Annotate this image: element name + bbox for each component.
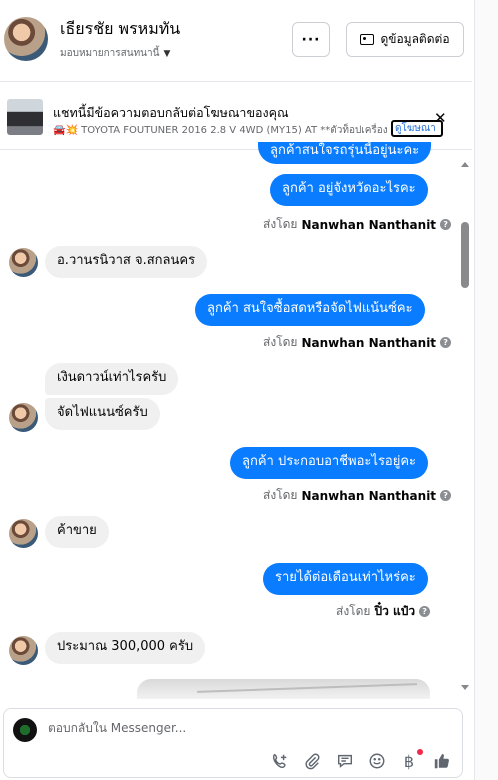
sent-by-prefix: ส่งโดย: [263, 335, 298, 349]
scrollbar-thumb[interactable]: [461, 222, 469, 288]
contact-avatar-small[interactable]: [9, 636, 38, 665]
saved-reply-icon[interactable]: [335, 751, 355, 771]
more-options-button[interactable]: ···: [292, 22, 330, 57]
outgoing-message[interactable]: ลูกค้า ประกอบอาชีพอะไรอยู่คะ: [230, 447, 429, 479]
ad-thumbnail[interactable]: [7, 99, 43, 135]
contact-avatar[interactable]: [4, 17, 48, 61]
outgoing-message[interactable]: รายได้ต่อเดือนเท่าไหร่คะ: [263, 563, 428, 595]
image-attachment-preview[interactable]: [137, 679, 430, 699]
outgoing-message[interactable]: ลูกค้า สนใจซื้อสดหรือจัดไฟแน้นซ์คะ: [195, 294, 425, 326]
sender-name: Nanwhan Nanthanit: [301, 217, 437, 232]
thumbs-up-icon[interactable]: [432, 751, 452, 771]
baht-icon[interactable]: ฿: [399, 751, 419, 771]
incoming-message[interactable]: ค้าขาย: [45, 516, 109, 548]
scroll-up-arrow-icon[interactable]: [461, 162, 469, 167]
sent-by-label: ส่งโดย ปิ๋ว แป๋ว ?: [336, 602, 431, 621]
view-contact-label: ดูข้อมูลติดต่อ: [380, 32, 450, 46]
ad-description: 🚘💥 TOYOTA FOUTUNER 2016 2.8 V 4WD (MY15)…: [53, 125, 388, 136]
outgoing-message[interactable]: ลูกค้าสนใจรถรุ่นนี้อยู่นะคะ: [258, 142, 432, 164]
outgoing-message[interactable]: ลูกค้า อยู่จังหวัดอะไรคะ: [270, 174, 428, 206]
contact-name[interactable]: เธียรชัย พรหมทัน: [60, 17, 180, 42]
sent-by-label: ส่งโดย Nanwhan Nanthanit ?: [263, 333, 452, 352]
sender-name: Nanwhan Nanthanit: [301, 488, 437, 503]
close-icon[interactable]: ✕: [434, 111, 447, 126]
scroll-down-arrow-icon[interactable]: [461, 685, 469, 690]
contact-avatar-small[interactable]: [9, 403, 38, 432]
incoming-message[interactable]: ประมาณ 300,000 ครับ: [45, 632, 206, 664]
incoming-message[interactable]: จัดไฟแนนซ์ครับ: [45, 398, 160, 430]
sent-by-prefix: ส่งโดย: [263, 217, 298, 231]
help-icon[interactable]: ?: [440, 490, 452, 501]
help-icon[interactable]: ?: [419, 606, 431, 617]
contact-card-icon: [360, 34, 375, 45]
sent-by-label: ส่งโดย Nanwhan Nanthanit ?: [263, 215, 452, 234]
panel-edge: [474, 0, 498, 780]
caret-down-icon: ▼: [163, 48, 171, 59]
chat-header: เธียรชัย พรหมทัน มอบหมายการสนทนานี้ ▼ ··…: [0, 0, 472, 82]
emoji-icon[interactable]: [367, 751, 387, 771]
incoming-message[interactable]: อ.วานรนิวาส จ.สกลนคร: [45, 246, 208, 278]
sent-by-label: ส่งโดย Nanwhan Nanthanit ?: [263, 486, 452, 505]
assign-conversation-dropdown[interactable]: มอบหมายการสนทนานี้ ▼: [60, 46, 170, 61]
message-composer: ฿: [3, 708, 463, 778]
view-contact-button[interactable]: ดูข้อมูลติดต่อ: [346, 22, 464, 57]
help-icon[interactable]: ?: [440, 219, 452, 230]
assign-conversation-label: มอบหมายการสนทนานี้: [60, 48, 160, 59]
page-avatar: [13, 718, 37, 742]
paperclip-icon[interactable]: [302, 751, 322, 771]
contact-avatar-small[interactable]: [9, 248, 38, 277]
sent-by-prefix: ส่งโดย: [336, 604, 371, 618]
ad-banner-title: แชทนี้มีข้อความตอบกลับต่อโฆษณาของคุณ: [53, 105, 289, 120]
notification-dot: [417, 749, 423, 755]
incoming-message[interactable]: เงินดาวน์เท่าไรครับ: [45, 363, 179, 395]
contact-avatar-small[interactable]: [9, 519, 38, 548]
messenger-chat-panel: เธียรชัย พรหมทัน มอบหมายการสนทนานี้ ▼ ··…: [0, 0, 498, 780]
sender-name: Nanwhan Nanthanit: [301, 335, 437, 350]
phone-add-icon[interactable]: [270, 751, 290, 771]
reply-input[interactable]: [48, 721, 348, 735]
sender-name: ปิ๋ว แป๋ว: [374, 604, 416, 618]
sent-by-prefix: ส่งโดย: [263, 488, 298, 502]
chat-scrollbar[interactable]: [458, 152, 472, 697]
help-icon[interactable]: ?: [440, 337, 452, 348]
ad-reply-banner: แชทนี้มีข้อความตอบกลับต่อโฆษณาของคุณ 🚘💥 …: [0, 90, 472, 150]
